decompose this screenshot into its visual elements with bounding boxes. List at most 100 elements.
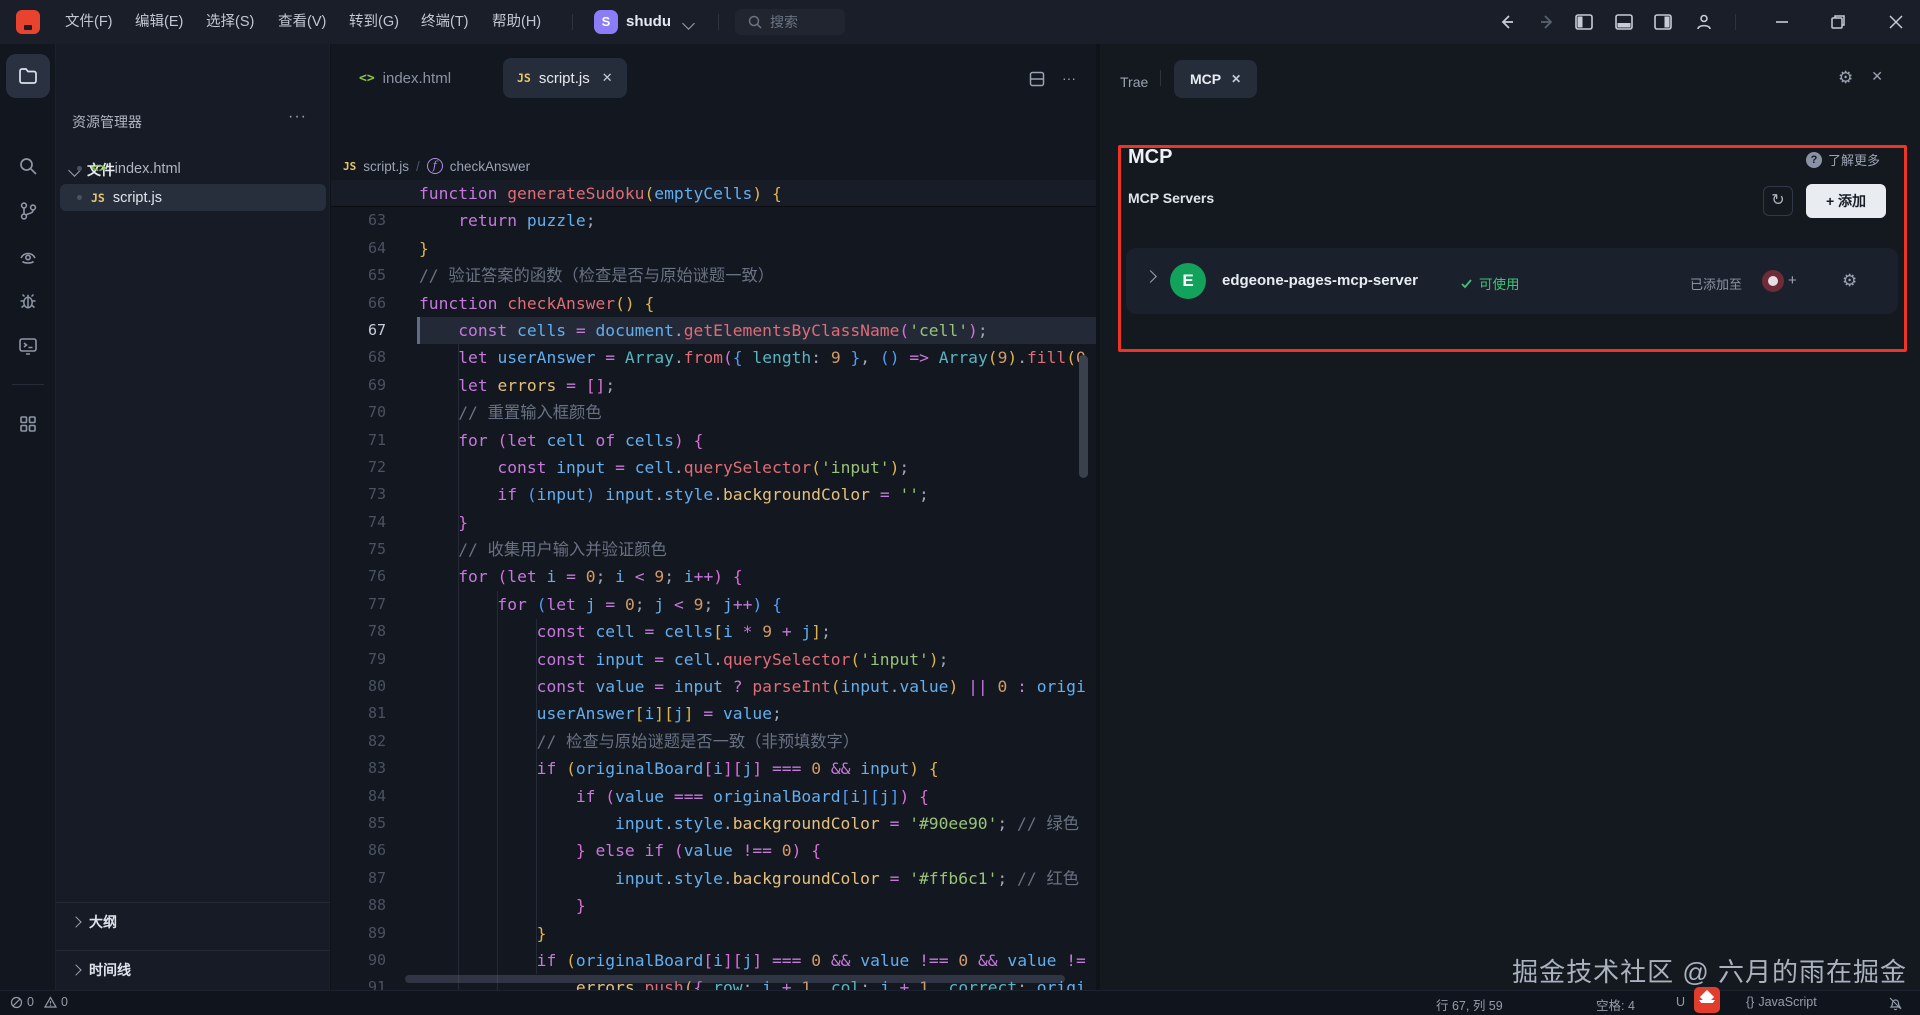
nav-back-icon[interactable] xyxy=(1497,12,1517,32)
add-to-agent-icon[interactable]: + xyxy=(1788,272,1797,289)
code-line[interactable]: 73 if (input) input.style.backgroundColo… xyxy=(331,481,1096,508)
source-control-icon[interactable] xyxy=(6,189,50,233)
language-mode[interactable]: {} JavaScript xyxy=(1746,995,1817,1009)
code-line[interactable]: 87 input.style.backgroundColor = '#ffb6c… xyxy=(331,865,1096,892)
learn-more-link[interactable]: ? 了解更多 xyxy=(1806,150,1880,169)
menu-help[interactable]: 帮助(H) xyxy=(482,0,551,44)
close-tab-icon[interactable]: ✕ xyxy=(602,70,613,86)
split-editor-icon[interactable] xyxy=(1028,70,1046,88)
breadcrumb-symbol[interactable]: checkAnswer xyxy=(450,159,530,174)
code-token xyxy=(870,485,880,504)
explorer-icon[interactable] xyxy=(6,54,50,98)
close-tab-icon[interactable]: ✕ xyxy=(1231,72,1241,86)
code-token: . xyxy=(674,348,684,367)
code-viewport[interactable]: function generateSudoku(emptyCells) { 63… xyxy=(331,180,1096,990)
toggle-bottom-panel-icon[interactable] xyxy=(1614,12,1634,32)
server-settings-gear-icon[interactable]: ⚙ xyxy=(1842,271,1857,291)
app-logo-icon[interactable] xyxy=(16,10,40,34)
code-line[interactable]: 84 if (value === originalBoard[i][j]) { xyxy=(331,783,1096,810)
more-actions-icon[interactable]: ··· xyxy=(1062,70,1076,88)
menu-terminal[interactable]: 终端(T) xyxy=(411,0,479,44)
chevron-down-icon[interactable] xyxy=(682,17,695,30)
code-line[interactable]: 81 userAnswer[i][j] = value; xyxy=(331,700,1096,727)
notifications-muted-icon[interactable] xyxy=(1888,996,1903,1011)
code-line[interactable]: 66function checkAnswer() { xyxy=(331,290,1096,317)
horizontal-scrollbar[interactable] xyxy=(405,975,1065,983)
code-line[interactable]: 71 for (let cell of cells) { xyxy=(331,427,1096,454)
tab-trae[interactable]: Trae xyxy=(1120,74,1148,90)
code-token: ; xyxy=(899,458,909,477)
search-icon[interactable] xyxy=(6,144,50,188)
extensions-grid-icon[interactable] xyxy=(6,402,50,446)
menu-file[interactable]: 文件(F) xyxy=(55,0,123,44)
menu-edit[interactable]: 编辑(E) xyxy=(125,0,193,44)
project-avatar[interactable]: S xyxy=(594,10,618,34)
remote-explorer-icon[interactable] xyxy=(6,234,50,278)
code-token: } xyxy=(537,924,547,943)
code-line[interactable]: 70 // 重置输入框颜色 xyxy=(331,399,1096,426)
close-panel-icon[interactable]: ✕ xyxy=(1871,68,1883,88)
add-server-button[interactable]: + 添加 xyxy=(1806,184,1886,218)
code-line[interactable]: 69 let errors = []; xyxy=(331,372,1096,399)
menu-goto[interactable]: 转到(G) xyxy=(339,0,409,44)
project-name[interactable]: shudu xyxy=(626,12,671,32)
code-line[interactable]: 88 } xyxy=(331,892,1096,919)
agent-avatar[interactable] xyxy=(1762,270,1784,292)
refresh-button[interactable]: ↻ xyxy=(1763,186,1793,216)
indentation-setting[interactable]: 空格: 4 xyxy=(1596,995,1635,1014)
settings-gear-icon[interactable]: ⚙ xyxy=(1838,68,1853,88)
code-line[interactable]: 89 } xyxy=(331,920,1096,947)
code-line[interactable]: 80 const value = input ? parseInt(input.… xyxy=(331,673,1096,700)
code-line[interactable]: 85 input.style.backgroundColor = '#90ee9… xyxy=(331,810,1096,837)
code-line[interactable]: 75 // 收集用户输入并验证颜色 xyxy=(331,536,1096,563)
cursor-position[interactable]: 行 67, 列 59 xyxy=(1436,995,1503,1014)
debug-icon[interactable] xyxy=(6,279,50,323)
code-line[interactable]: 74 } xyxy=(331,509,1096,536)
tab-label: script.js xyxy=(539,70,590,87)
code-line[interactable]: 82 // 检查与原始谜题是否一致（非预填数字） xyxy=(331,728,1096,755)
code-token xyxy=(635,294,645,313)
minimize-button[interactable] xyxy=(1772,12,1792,32)
code-line[interactable]: 83 if (originalBoard[i][j] === 0 && inpu… xyxy=(331,755,1096,782)
mcp-server-card[interactable]: E edgeone-pages-mcp-server 可使用 已添加至 + ⚙ xyxy=(1126,248,1898,314)
code-line[interactable]: 63 return puzzle; xyxy=(331,207,1096,234)
code-line[interactable]: 86 } else if (value !== 0) { xyxy=(331,837,1096,864)
code-token xyxy=(556,376,566,395)
code-line[interactable]: 77 for (let j = 0; j < 9; j++) { xyxy=(331,591,1096,618)
timeline-section-header[interactable]: 时间线 xyxy=(56,950,330,988)
toggle-left-panel-icon[interactable] xyxy=(1574,12,1594,32)
breadcrumb[interactable]: JS script.js / f checkAnswer xyxy=(343,152,530,180)
toggle-right-panel-icon[interactable] xyxy=(1653,12,1673,32)
encoding-setting[interactable]: U xyxy=(1676,995,1685,1009)
menu-selection[interactable]: 选择(S) xyxy=(196,0,264,44)
vertical-scrollbar[interactable] xyxy=(1079,355,1088,478)
code-line[interactable]: 64} xyxy=(331,235,1096,262)
code-token: { xyxy=(733,348,743,367)
code-line[interactable]: 67 const cells = document.getElementsByC… xyxy=(331,317,1096,344)
code-line[interactable]: 79 const input = cell.querySelector('inp… xyxy=(331,646,1096,673)
menu-view[interactable]: 查看(V) xyxy=(268,0,336,44)
terminal-icon[interactable] xyxy=(6,324,50,368)
file-dot-icon xyxy=(77,166,82,171)
close-window-button[interactable] xyxy=(1886,12,1906,32)
chevron-right-icon[interactable] xyxy=(1144,270,1157,283)
code-line[interactable]: 72 const input = cell.querySelector('inp… xyxy=(331,454,1096,481)
account-icon[interactable] xyxy=(1694,12,1714,32)
problems-indicator[interactable]: 0 0 xyxy=(10,995,68,1009)
file-item-index-html[interactable]: <> index.html xyxy=(60,155,326,182)
outline-section-header[interactable]: 大纲 xyxy=(56,902,330,940)
tab-script-js[interactable]: JS script.js ✕ xyxy=(503,58,627,98)
restore-button[interactable] xyxy=(1828,12,1848,32)
tab-index-html[interactable]: <> index.html xyxy=(345,58,465,98)
tab-mcp[interactable]: MCP ✕ xyxy=(1174,60,1257,98)
code-line[interactable]: 90 if (originalBoard[i][j] === 0 && valu… xyxy=(331,947,1096,974)
code-line[interactable]: 78 const cell = cells[i * 9 + j]; xyxy=(331,618,1096,645)
file-item-script-js[interactable]: JS script.js xyxy=(60,184,326,211)
code-line[interactable]: 76 for (let i = 0; i < 9; i++) { xyxy=(331,563,1096,590)
code-line[interactable]: 65// 验证答案的函数（检查是否与原始谜题一致） xyxy=(331,262,1096,289)
nav-forward-icon[interactable] xyxy=(1537,12,1557,32)
code-token: ; xyxy=(997,869,1017,888)
more-actions-icon[interactable]: ··· xyxy=(288,108,307,126)
code-line[interactable]: 68 let userAnswer = Array.from({ length:… xyxy=(331,344,1096,371)
breadcrumb-file[interactable]: script.js xyxy=(363,159,409,174)
